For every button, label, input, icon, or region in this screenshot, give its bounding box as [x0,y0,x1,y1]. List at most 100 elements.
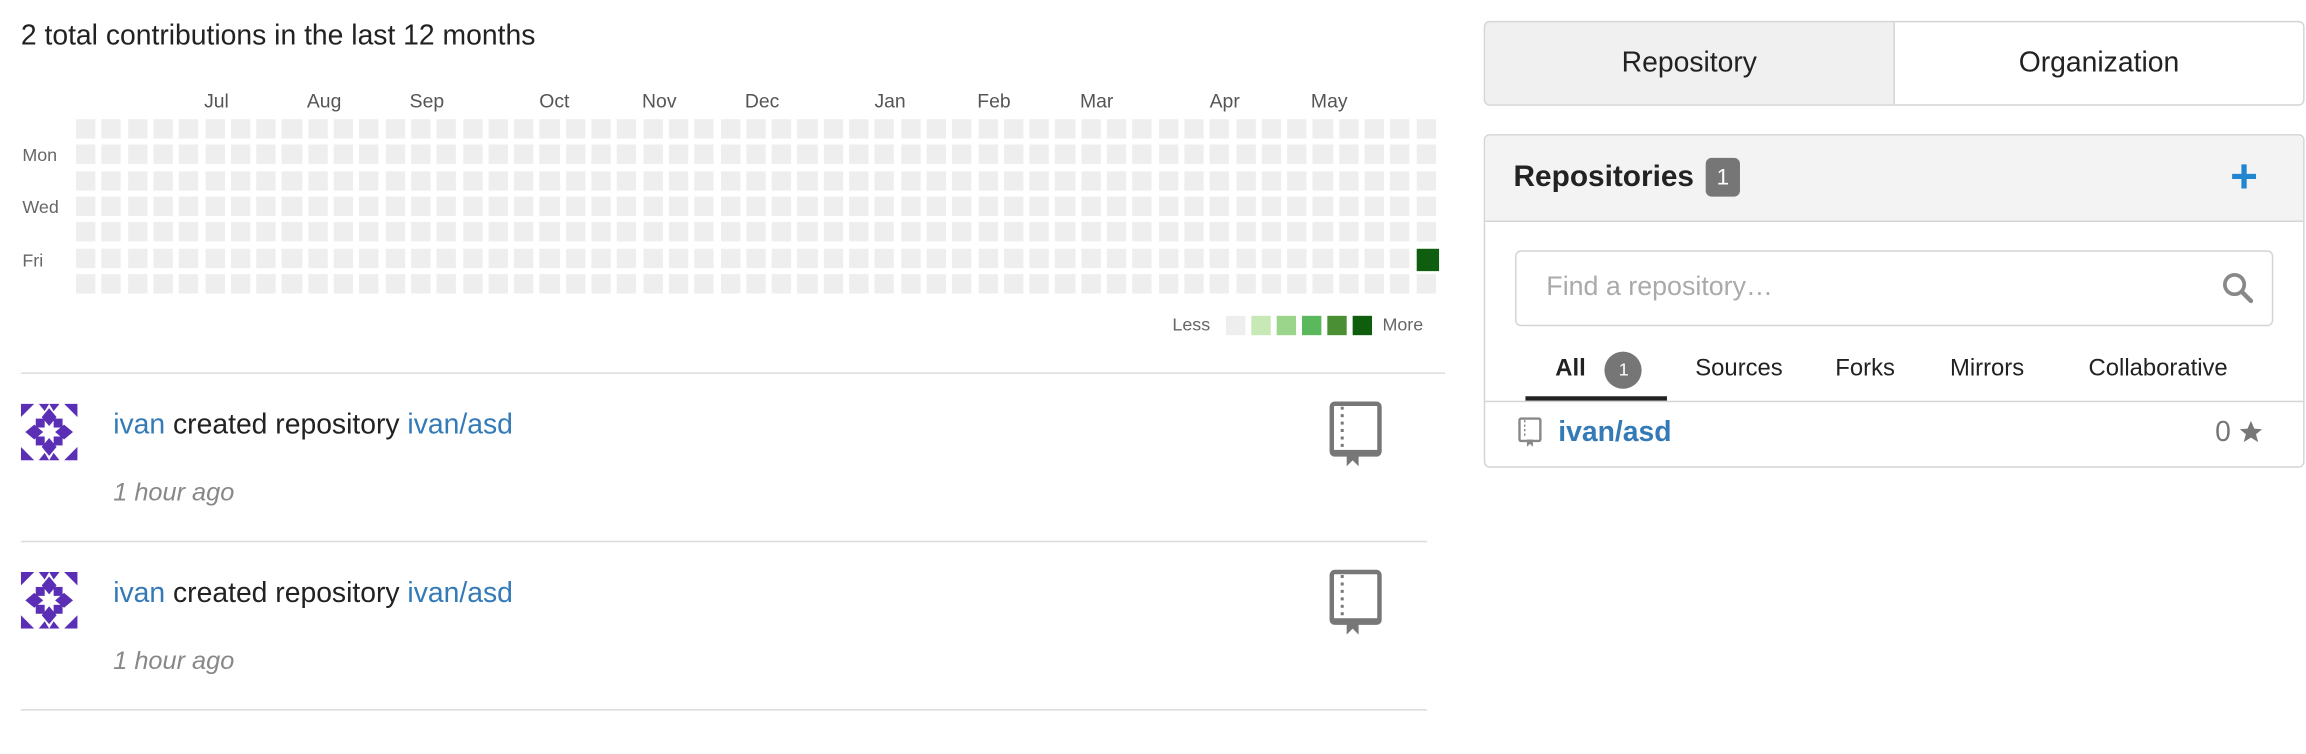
contribution-day-cell[interactable] [771,222,792,242]
contribution-day-cell[interactable] [1338,273,1359,294]
contribution-day-cell[interactable] [591,273,612,294]
repository-switch-button[interactable]: Repository [1485,22,1895,105]
contribution-day-cell[interactable] [75,170,96,191]
contribution-day-cell[interactable] [1338,119,1359,139]
contribution-day-cell[interactable] [565,248,586,268]
contribution-day-cell[interactable] [746,170,766,191]
contribution-day-cell[interactable] [1158,170,1179,191]
contribution-day-cell[interactable] [514,273,534,294]
contribution-day-cell[interactable] [1029,144,1050,165]
contribution-day-cell[interactable] [668,273,689,294]
contribution-day-cell[interactable] [1364,273,1385,294]
contribution-day-cell[interactable] [977,273,998,294]
contribution-day-cell[interactable] [926,222,947,242]
contribution-day-cell[interactable] [874,222,895,242]
contribution-day-cell[interactable] [514,222,534,242]
contribution-day-cell[interactable] [101,222,122,242]
contribution-day-cell[interactable] [307,144,328,165]
contribution-day-cell[interactable] [539,222,560,242]
contribution-day-cell[interactable] [1029,273,1050,294]
contribution-day-cell[interactable] [436,144,457,165]
contribution-day-cell[interactable] [642,144,663,165]
contribution-day-cell[interactable] [952,196,972,217]
contribution-day-cell[interactable] [204,273,225,294]
contribution-day-cell[interactable] [823,119,843,139]
contribution-day-cell[interactable] [127,170,148,191]
contribution-day-cell[interactable] [256,119,277,139]
contribution-day-cell[interactable] [1364,144,1385,165]
contribution-day-cell[interactable] [591,144,612,165]
contribution-day-cell[interactable] [1029,196,1050,217]
organization-switch-button[interactable]: Organization [1895,22,2303,104]
contribution-day-cell[interactable] [1055,273,1075,294]
contribution-day-cell[interactable] [282,144,302,165]
repo-link[interactable]: ivan/asd [407,410,512,441]
contribution-day-cell[interactable] [436,170,457,191]
contribution-day-cell[interactable] [1158,144,1179,165]
contribution-day-cell[interactable] [282,273,302,294]
contribution-day-cell[interactable] [1184,119,1204,139]
contribution-day-cell[interactable] [1416,196,1436,217]
contribution-day-cell[interactable] [849,170,869,191]
contribution-day-cell[interactable] [488,222,508,242]
contribution-day-cell[interactable] [127,248,148,268]
contribution-day-cell[interactable] [746,196,766,217]
contribution-day-cell[interactable] [1287,170,1307,191]
contribution-day-cell[interactable] [1209,273,1230,294]
contribution-day-cell[interactable] [539,170,560,191]
contribution-day-cell[interactable] [823,222,843,242]
contribution-day-cell[interactable] [1184,196,1204,217]
contribution-day-cell[interactable] [900,119,921,139]
contribution-day-cell[interactable] [333,248,354,268]
contribution-day-cell[interactable] [1106,222,1127,242]
contribution-day-cell[interactable] [1209,248,1230,268]
contribution-day-cell[interactable] [359,222,380,242]
repo-list-item[interactable]: ivan/asd 0 [1485,402,2303,465]
contribution-day-cell[interactable] [900,196,921,217]
contribution-day-cell[interactable] [1029,119,1050,139]
contribution-day-cell[interactable] [385,273,405,294]
contribution-day-cell[interactable] [1184,273,1204,294]
contribution-day-cell[interactable] [333,144,354,165]
contribution-day-cell[interactable] [282,119,302,139]
contribution-day-cell[interactable] [230,222,251,242]
contribution-day-cell[interactable] [694,119,715,139]
contribution-day-cell[interactable] [926,119,947,139]
contribution-day-cell[interactable] [101,119,122,139]
contribution-day-cell[interactable] [977,222,998,242]
contribution-day-cell[interactable] [127,196,148,217]
contribution-day-cell[interactable] [849,144,869,165]
contribution-day-cell[interactable] [1287,196,1307,217]
contribution-day-cell[interactable] [771,273,792,294]
contribution-day-cell[interactable] [282,222,302,242]
contribution-day-cell[interactable] [977,119,998,139]
contribution-day-cell[interactable] [668,222,689,242]
contribution-day-cell[interactable] [1132,119,1153,139]
contribution-day-cell[interactable] [307,170,328,191]
contribution-day-cell[interactable] [1390,170,1410,191]
contribution-day-cell[interactable] [720,248,740,268]
contribution-day-cell[interactable] [797,170,818,191]
contribution-day-cell[interactable] [849,248,869,268]
contribution-day-cell[interactable] [179,119,199,139]
user-link[interactable]: ivan [113,410,165,441]
contribution-day-cell[interactable] [410,273,431,294]
contribution-day-cell[interactable] [1209,119,1230,139]
user-avatar[interactable] [20,572,78,629]
contribution-day-cell[interactable] [333,196,354,217]
contribution-day-cell[interactable] [565,170,586,191]
contribution-day-cell[interactable] [617,170,637,191]
contribution-day-cell[interactable] [1003,273,1024,294]
contribution-day-cell[interactable] [1416,222,1436,242]
contribution-day-cell[interactable] [488,248,508,268]
contribution-day-cell[interactable] [1081,222,1101,242]
contribution-day-cell[interactable] [797,222,818,242]
contribution-day-cell[interactable] [746,222,766,242]
tab-mirrors[interactable]: Mirrors [1950,340,2024,400]
contribution-day-cell[interactable] [642,119,663,139]
contribution-day-cell[interactable] [1390,222,1410,242]
search-icon[interactable] [2221,271,2254,304]
contribution-day-cell[interactable] [75,273,96,294]
contribution-day-cell[interactable] [771,248,792,268]
contribution-day-cell[interactable] [436,196,457,217]
